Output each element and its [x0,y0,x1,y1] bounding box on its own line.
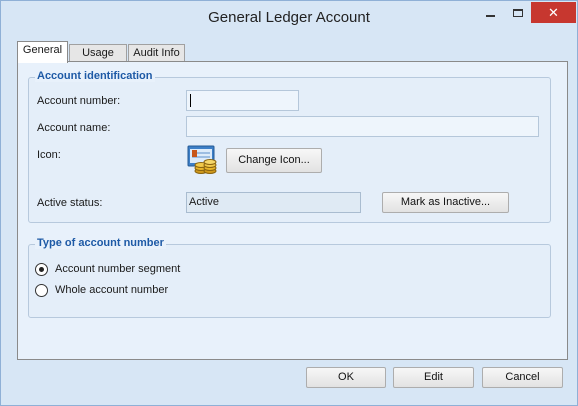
account-name-field[interactable] [186,116,539,137]
ledger-coins-icon [186,145,218,175]
active-status-label: Active status: [37,197,103,209]
edit-button[interactable]: Edit [393,367,474,388]
account-identification-title: Account identification [35,70,155,82]
maximize-icon [512,8,523,17]
close-button[interactable]: ✕ [531,2,576,23]
ok-button[interactable]: OK [306,367,386,388]
mark-inactive-button[interactable]: Mark as Inactive... [382,192,509,213]
close-icon: ✕ [548,4,559,20]
minimize-icon [486,14,495,17]
general-tab-panel: Account identification Account number: A… [17,61,568,360]
cancel-button[interactable]: Cancel [482,367,563,388]
text-caret [190,94,191,107]
account-number-field[interactable] [186,90,299,111]
title-bar[interactable]: General Ledger Account ✕ [1,1,577,34]
account-number-segment-label[interactable]: Account number segment [55,263,180,275]
account-number-label: Account number: [37,95,121,107]
active-status-value: Active [186,192,361,213]
icon-label: Icon: [37,149,61,161]
account-name-label: Account name: [37,122,111,134]
whole-account-number-radio[interactable] [35,284,48,297]
account-name-input[interactable] [187,117,538,136]
minimize-button[interactable] [477,2,504,23]
change-icon-button[interactable]: Change Icon... [226,148,322,173]
whole-account-number-label[interactable]: Whole account number [55,284,168,296]
tab-audit-info[interactable]: Audit Info [128,44,185,62]
tab-general[interactable]: General [17,41,68,63]
tab-usage[interactable]: Usage [69,44,127,62]
dialog-window: General Ledger Account ✕ General Usage A… [0,0,578,406]
account-number-segment-radio[interactable] [35,263,48,276]
maximize-button[interactable] [504,2,531,23]
account-number-input[interactable] [187,91,298,110]
account-identification-group: Account identification Account number: A… [28,70,551,223]
account-number-type-title: Type of account number [35,237,166,249]
account-number-type-group: Type of account number Account number se… [28,237,551,318]
